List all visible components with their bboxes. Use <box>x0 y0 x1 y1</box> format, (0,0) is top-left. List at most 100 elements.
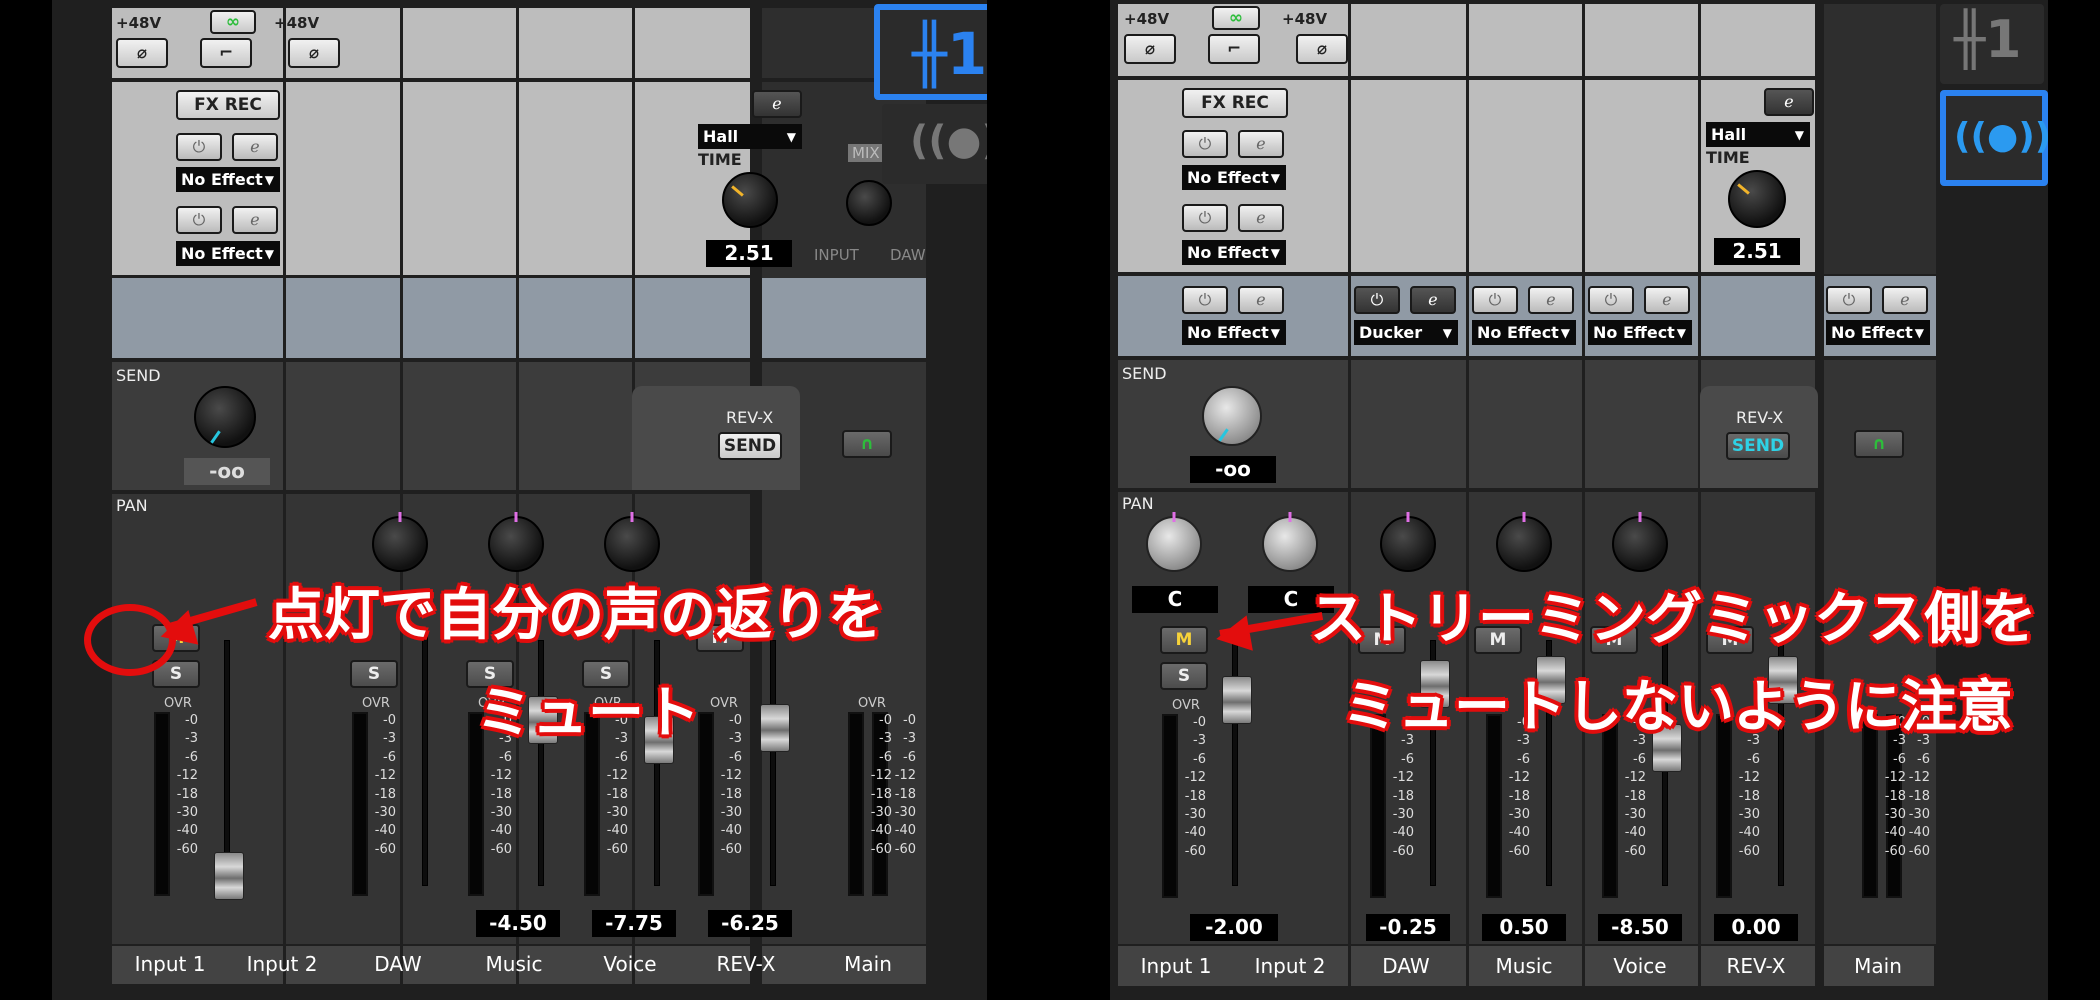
fader-value-music[interactable]: 0.50 <box>1482 914 1566 941</box>
streaming-tab[interactable]: ((●)) <box>1940 90 2048 186</box>
insert-select-music[interactable]: No Effect ▼ <box>1472 320 1576 345</box>
power-button[interactable]: ⏻ <box>1472 286 1518 314</box>
phantom-indicator-2[interactable]: +48V <box>1282 10 1327 28</box>
link-button[interactable]: ∞ <box>1212 6 1260 30</box>
pan-knob-daw[interactable] <box>372 512 428 572</box>
phase-button-2[interactable]: ⌀ <box>288 38 340 68</box>
pan-knob-voice[interactable] <box>604 512 660 572</box>
edit-button[interactable]: ℯ <box>1410 286 1456 314</box>
time-value[interactable]: 2.51 <box>706 240 792 267</box>
power-button[interactable]: ⏻ <box>1182 286 1228 314</box>
power-button[interactable]: ⏻ <box>1182 130 1228 158</box>
streaming-tab[interactable]: ((●)) <box>882 104 987 184</box>
time-value[interactable]: 2.51 <box>1714 238 1800 265</box>
power-button[interactable]: ⏻ <box>1588 286 1634 314</box>
phase-button-2[interactable]: ⌀ <box>1296 34 1348 64</box>
fader-track <box>770 640 776 886</box>
reverb-type-select[interactable]: Hall ▼ <box>698 124 802 149</box>
edit-button[interactable]: ℯ <box>232 206 278 234</box>
power-button[interactable]: ⏻ <box>176 206 222 234</box>
channel-name-input1: Input 1 <box>134 952 206 976</box>
solo-button-input[interactable]: S <box>1160 662 1208 690</box>
pan-knob-music[interactable] <box>488 512 544 572</box>
rev-x-send-button[interactable]: SEND <box>1726 432 1790 460</box>
mix-knob[interactable] <box>846 180 892 226</box>
send-knob[interactable] <box>1202 386 1262 446</box>
insert-select-daw[interactable]: Ducker ▼ <box>1354 320 1458 345</box>
insert-select-voice[interactable]: No Effect ▼ <box>1588 320 1692 345</box>
edit-button[interactable]: ℯ <box>1238 286 1284 314</box>
send-value[interactable]: -oo <box>1190 456 1276 483</box>
fader-value-input[interactable]: -2.00 <box>1190 914 1278 941</box>
power-button[interactable]: ⏻ <box>1182 204 1228 232</box>
phantom-indicator-1[interactable]: +48V <box>1124 10 1169 28</box>
pan-knob-voice[interactable] <box>1612 512 1668 572</box>
reverb-edit-button[interactable]: ℯ <box>752 90 802 118</box>
power-icon: ⏻ <box>192 137 206 156</box>
highpass-button[interactable]: ⌐ <box>200 38 252 68</box>
time-knob[interactable] <box>1728 170 1786 228</box>
headphone-button[interactable]: ∩ <box>1854 430 1904 458</box>
fx-rec-button[interactable]: FX REC <box>1182 88 1288 118</box>
time-knob[interactable] <box>722 172 778 228</box>
edit-button[interactable]: ℯ <box>1528 286 1574 314</box>
power-button[interactable]: ⏻ <box>1354 286 1400 314</box>
power-icon: ⏻ <box>1370 290 1384 309</box>
channel-name-input2: Input 2 <box>1254 954 1326 978</box>
fader-revx[interactable] <box>760 704 790 752</box>
edit-button[interactable]: ℯ <box>1238 130 1284 158</box>
effect-select-2[interactable]: No Effect ▼ <box>176 241 280 266</box>
pan-knob-music[interactable] <box>1496 512 1552 572</box>
phantom-indicator-2[interactable]: +48V <box>274 14 319 32</box>
fader-input2[interactable] <box>214 852 244 900</box>
level-meter <box>1162 714 1178 898</box>
edit-button[interactable]: ℯ <box>232 133 278 161</box>
mute-button-input[interactable]: M <box>1160 626 1208 654</box>
fader-value-revx[interactable]: -6.25 <box>708 910 792 937</box>
insert-select-input[interactable]: No Effect ▼ <box>1182 320 1286 345</box>
power-button[interactable]: ⏻ <box>1826 286 1872 314</box>
rev-x-send-button[interactable]: SEND <box>718 432 782 460</box>
edit-icon: ℯ <box>1662 290 1672 309</box>
edit-button[interactable]: ℯ <box>1882 286 1928 314</box>
edit-button[interactable]: ℯ <box>1238 204 1284 232</box>
edit-button[interactable]: ℯ <box>1644 286 1690 314</box>
fader-value-voice[interactable]: -7.75 <box>592 910 676 937</box>
edit-icon: ℯ <box>772 94 782 113</box>
edit-icon: ℯ <box>1256 290 1266 309</box>
mixer-1-tab[interactable]: ╫1 <box>1940 4 2044 84</box>
headphone-button[interactable]: ∩ <box>842 430 892 458</box>
effect-select-1[interactable]: No Effect ▼ <box>1182 165 1286 190</box>
pan-knob-input1[interactable] <box>1146 512 1202 572</box>
fader-input[interactable] <box>1222 676 1252 724</box>
pan-knob-daw[interactable] <box>1380 512 1436 572</box>
solo-button-daw[interactable]: S <box>350 660 398 688</box>
fader-value-voice[interactable]: -8.50 <box>1598 914 1682 941</box>
mixer-1-icon: ╫1 <box>1954 10 2022 70</box>
pan-knob-input2[interactable] <box>1262 512 1318 572</box>
effect-select-1[interactable]: No Effect ▼ <box>176 167 280 192</box>
mixer-1-tab[interactable]: ╫1 <box>874 4 987 100</box>
reverb-edit-button[interactable]: ℯ <box>1764 88 1814 116</box>
pan-value-input1[interactable]: C <box>1132 586 1218 613</box>
power-icon: ⏻ <box>192 210 206 229</box>
effect-select-2[interactable]: No Effect ▼ <box>1182 240 1286 265</box>
meter-scale: -0 -3 -6 -12 -18 -30 -40 -60 <box>374 713 396 857</box>
insert-select-main[interactable]: No Effect ▼ <box>1826 320 1930 345</box>
power-icon: ⏻ <box>1842 290 1856 309</box>
phase-button-1[interactable]: ⌀ <box>1124 34 1176 64</box>
channel-name-daw: DAW <box>374 952 422 976</box>
fx-rec-button[interactable]: FX REC <box>176 90 280 120</box>
power-button[interactable]: ⏻ <box>176 133 222 161</box>
fader-value-revx[interactable]: 0.00 <box>1714 914 1798 941</box>
fader-value-music[interactable]: -4.50 <box>476 910 560 937</box>
link-button[interactable]: ∞ <box>210 10 256 34</box>
fader-value-daw[interactable]: -0.25 <box>1366 914 1450 941</box>
send-value[interactable]: -oo <box>184 458 270 485</box>
send-knob[interactable] <box>194 386 256 448</box>
phase-button-1[interactable]: ⌀ <box>116 38 168 68</box>
phantom-indicator-1[interactable]: +48V <box>116 14 161 32</box>
reverb-type-select[interactable]: Hall ▼ <box>1706 122 1810 147</box>
callout-text-right-1: ストリーミングミックス側を <box>1310 587 2037 652</box>
highpass-button[interactable]: ⌐ <box>1208 34 1260 64</box>
